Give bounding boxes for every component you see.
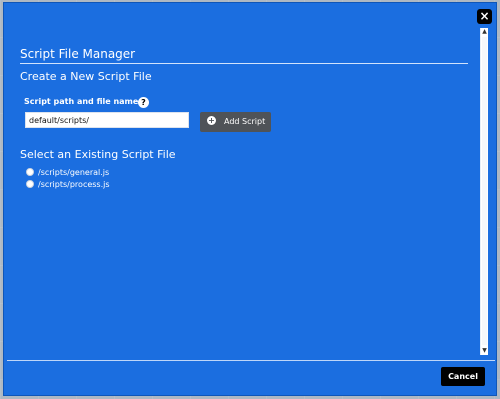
arrow-down-icon[interactable]: ▼ — [481, 347, 488, 355]
arrow-up-icon[interactable]: ▲ — [481, 28, 488, 36]
add-script-label: Add Script — [224, 117, 266, 126]
help-icon[interactable]: ? — [138, 97, 149, 108]
add-script-button[interactable]: + Add Script — [200, 112, 271, 132]
scrollbar-thumb[interactable] — [482, 37, 487, 345]
close-button[interactable]: × — [477, 9, 492, 24]
plus-circle-icon: + — [207, 116, 216, 125]
close-icon[interactable]: × — [479, 9, 489, 23]
script-file-label: /scripts/process.js — [38, 179, 110, 189]
radio-button[interactable] — [26, 180, 34, 188]
title-divider — [20, 63, 468, 64]
vertical-scrollbar[interactable]: ▲ ▼ — [480, 28, 488, 355]
existing-section-title: Select an Existing Script File — [20, 148, 176, 161]
cancel-button[interactable]: Cancel — [441, 367, 485, 386]
script-file-label: /scripts/general.js — [38, 167, 110, 177]
create-section-title: Create a New Script File — [20, 70, 152, 83]
script-path-label: Script path and file name: — [24, 97, 142, 106]
script-file-option[interactable]: /scripts/process.js — [26, 179, 110, 189]
script-file-option[interactable]: /scripts/general.js — [26, 167, 109, 177]
script-file-manager-dialog: × Script File Manager Create a New Scrip… — [3, 2, 497, 396]
radio-button[interactable] — [26, 168, 34, 176]
dialog-content: Script File Manager Create a New Script … — [4, 3, 478, 355]
script-path-input[interactable] — [25, 112, 189, 128]
dialog-title: Script File Manager — [20, 47, 136, 61]
footer-divider — [7, 360, 495, 361]
